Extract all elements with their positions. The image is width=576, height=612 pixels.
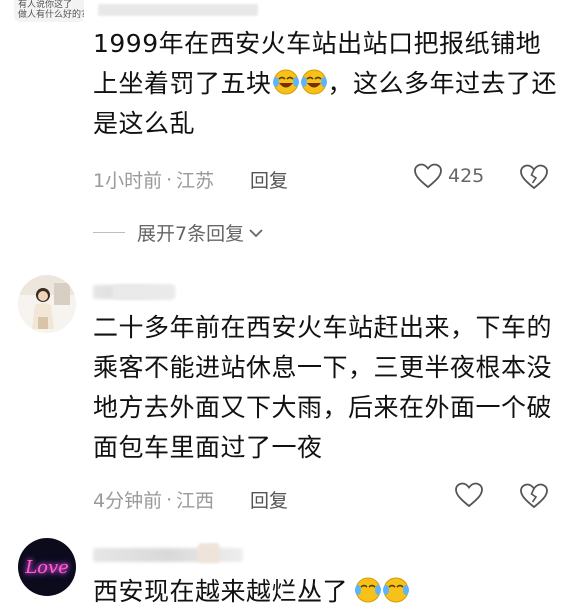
avatar-photo-image (18, 275, 76, 333)
heart-outline-icon (414, 163, 442, 189)
comment-1-dislike-button[interactable] (520, 164, 548, 190)
top-strip: 有人说你这了 做人有什么好的? (0, 0, 576, 22)
comment-2-dislike-button[interactable] (520, 483, 548, 509)
expand-replies-label: 展开7条回复 (137, 223, 245, 245)
comment-3-badge-blurred (198, 543, 220, 563)
comment-1-meta: 1小时前 · 江苏 (93, 166, 214, 193)
blurred-username (98, 4, 258, 16)
comment-2-like-button[interactable] (455, 482, 483, 508)
laughing-tears-emoji-icon (300, 69, 327, 95)
comment-1-time: 1小时前 (93, 170, 163, 192)
comment-1-text: 1999年在西安火车站出站口把报纸铺地上坐着罚了五块 ，这么多年过去了还是这么乱 (93, 24, 563, 144)
comment-2-reply-button[interactable]: 回复 (250, 486, 288, 513)
comment-2-username-blurred-2 (112, 285, 174, 299)
laughing-tears-emoji-icon (383, 577, 410, 603)
comment-1-location: 江苏 (176, 170, 215, 192)
top-avatar-thumbnail[interactable]: 有人说你这了 做人有什么好的? (14, 0, 84, 22)
comment-3-username-blurred (93, 548, 243, 562)
comment-2-location: 江西 (176, 490, 215, 512)
top-avatar-line-1: 有人说你这了 (18, 0, 73, 10)
meta-separator: · (166, 488, 173, 511)
comment-1-like-button[interactable]: 425 (414, 163, 484, 189)
comment-1-reply-button[interactable]: 回复 (250, 166, 288, 193)
meta-separator: · (166, 168, 173, 191)
comment-2-time: 4分钟前 (93, 490, 163, 512)
broken-heart-icon (520, 483, 548, 509)
comment-2-meta: 4分钟前 · 江西 (93, 486, 214, 513)
comment-3-avatar-text: Love (25, 556, 69, 578)
expand-replies-button[interactable]: 展开7条回复 (93, 219, 264, 246)
laughing-tears-emoji-icon (272, 69, 299, 95)
top-avatar-line-2: 做人有什么好的? (18, 10, 84, 20)
chevron-down-icon (249, 228, 263, 237)
comment-3-text: 西安现在越来越烂丛了 (93, 572, 563, 612)
comment-2-avatar[interactable] (18, 275, 76, 333)
comment-1-like-count: 425 (448, 165, 485, 187)
comment-2-text: 二十多年前在西安火车站赶出来，下车的乘客不能进站休息一下，三更半夜根本没地方去外… (93, 313, 553, 462)
comment-3-avatar[interactable]: Love (18, 538, 76, 596)
broken-heart-icon (520, 164, 548, 190)
expand-line-divider (93, 232, 125, 233)
heart-outline-icon (455, 482, 483, 508)
laughing-tears-emoji-icon (355, 577, 382, 603)
